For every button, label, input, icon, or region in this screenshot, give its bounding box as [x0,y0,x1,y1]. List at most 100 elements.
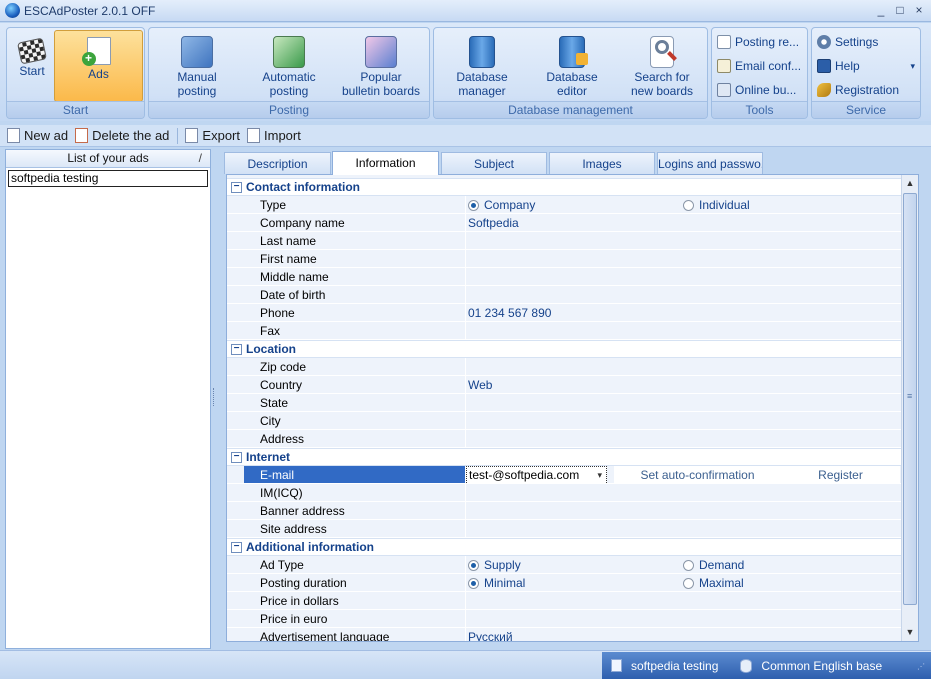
fax-field[interactable] [466,322,902,339]
status-panel: softpedia testing Common English base [602,652,931,679]
row-email: E-mail test-@softpedia.com ▾ Set auto-co… [227,466,902,485]
row-phone: Phone 01 234 567 890 [227,304,902,322]
delete-ad-icon [75,128,89,143]
maximal-radio[interactable]: Maximal [683,574,744,592]
row-type: Type Company Individual [227,196,902,214]
scroll-thumb[interactable]: ≡ [903,193,917,605]
tab-information[interactable]: Information [332,151,439,175]
section-location[interactable]: − Location [227,340,902,358]
scroll-up-icon[interactable]: ▲ [902,175,918,192]
help-button[interactable]: Help ▾ [817,55,917,77]
vertical-scrollbar[interactable]: ▲ ≡ ▼ [901,175,918,641]
address-field[interactable] [466,430,902,447]
start-button-label: Start [19,64,45,78]
price-eur-label: Price in euro [244,610,466,627]
chevron-down-icon[interactable]: ▾ [597,467,602,484]
language-field[interactable]: Русский [466,628,902,641]
delete-ad-button[interactable]: Delete the ad [75,128,169,143]
email-combo[interactable]: test-@softpedia.com ▾ [466,466,607,485]
type-individual-radio[interactable]: Individual [683,196,750,214]
collapse-icon[interactable]: − [231,343,242,355]
manual-posting-button[interactable]: Manual posting [153,30,241,102]
import-button[interactable]: Import [247,128,301,143]
email-confirmation-button[interactable]: Email conf... [717,55,801,77]
ribbon-group-service: Settings Help ▾ Registration Service [811,27,921,119]
scroll-down-icon[interactable]: ▼ [902,624,918,641]
company-name-field[interactable]: Softpedia [466,214,902,231]
list-item[interactable]: softpedia testing [8,170,208,187]
section-additional[interactable]: − Additional information [227,538,902,556]
duration-label: Posting duration [244,574,466,591]
phone-field[interactable]: 01 234 567 890 [466,304,902,321]
minimal-radio[interactable]: Minimal [468,574,525,592]
tab-logins[interactable]: Logins and passwo... [657,152,763,174]
start-button[interactable]: Start [9,30,55,102]
search-new-boards-button[interactable]: Search for new boards [618,30,706,102]
language-label: Advertisement language [244,628,466,641]
database-editor-button[interactable]: Database editor [528,30,616,102]
export-icon [185,128,199,143]
type-company-radio[interactable]: Company [468,196,535,214]
section-contact[interactable]: − Contact information [227,178,902,196]
registration-button[interactable]: Registration [817,79,899,101]
resize-grip-icon[interactable]: ⋰ [917,663,929,677]
maximize-button[interactable]: □ [892,2,908,18]
help-dropdown-icon[interactable]: ▾ [910,61,915,72]
online-boards-icon [717,83,731,97]
country-label: Country [244,376,466,393]
popular-boards-label-1: Popular [360,70,402,84]
company-name-label: Company name [244,214,466,231]
ads-button[interactable]: + Ads [54,30,143,102]
state-label: State [244,394,466,411]
collapse-icon[interactable]: − [231,451,242,463]
panel-splitter[interactable] [213,388,216,406]
address-label: Address [244,430,466,447]
icq-field[interactable] [466,484,902,501]
export-button[interactable]: Export [185,128,240,143]
register-button[interactable]: Register [781,466,900,484]
country-field[interactable]: Web [466,376,902,393]
close-button[interactable]: × [911,2,927,18]
zip-field[interactable] [466,358,902,375]
auto-confirmation-button[interactable]: Set auto-confirmation [614,466,781,484]
minimize-button[interactable]: _ [873,2,889,18]
app-logo-icon [5,3,20,18]
tab-subject[interactable]: Subject [441,152,547,174]
demand-label: Demand [699,558,745,572]
city-field[interactable] [466,412,902,429]
ad-list-header[interactable]: List of your ads / [6,150,210,168]
first-name-field[interactable] [466,250,902,267]
settings-label: Settings [835,35,879,49]
posting-report-button[interactable]: Posting re... [717,31,799,53]
last-name-field[interactable] [466,232,902,249]
popular-boards-button[interactable]: Popular bulletin boards [335,30,427,102]
state-field[interactable] [466,394,902,411]
automatic-posting-button[interactable]: Automatic posting [245,30,333,102]
grip-icon: ≡ [907,391,913,401]
database-manager-button[interactable]: Database manager [438,30,526,102]
row-duration: Posting duration Minimal Maximal [227,574,902,592]
section-internet[interactable]: − Internet [227,448,902,466]
middle-name-field[interactable] [466,268,902,285]
tab-images[interactable]: Images [549,152,655,174]
price-eur-field[interactable] [466,610,902,627]
database-manager-label-2: manager [458,84,506,98]
new-ad-button[interactable]: New ad [7,128,68,143]
collapse-icon[interactable]: − [231,181,242,193]
dob-field[interactable] [466,286,902,303]
site-field[interactable] [466,520,902,537]
database-manager-label-1: Database [456,70,508,84]
settings-button[interactable]: Settings [817,31,878,53]
supply-radio[interactable]: Supply [468,556,521,574]
row-icq: IM(ICQ) [227,484,902,502]
online-bulletin-button[interactable]: Online bu... [717,79,796,101]
export-label: Export [202,128,240,143]
tab-description[interactable]: Description [224,152,331,174]
maximal-label: Maximal [699,576,744,590]
row-price-eur: Price in euro [227,610,902,628]
collapse-icon[interactable]: − [231,541,242,553]
demand-radio[interactable]: Demand [683,556,744,574]
price-usd-field[interactable] [466,592,902,609]
first-name-label: First name [244,250,466,267]
banner-field[interactable] [466,502,902,519]
